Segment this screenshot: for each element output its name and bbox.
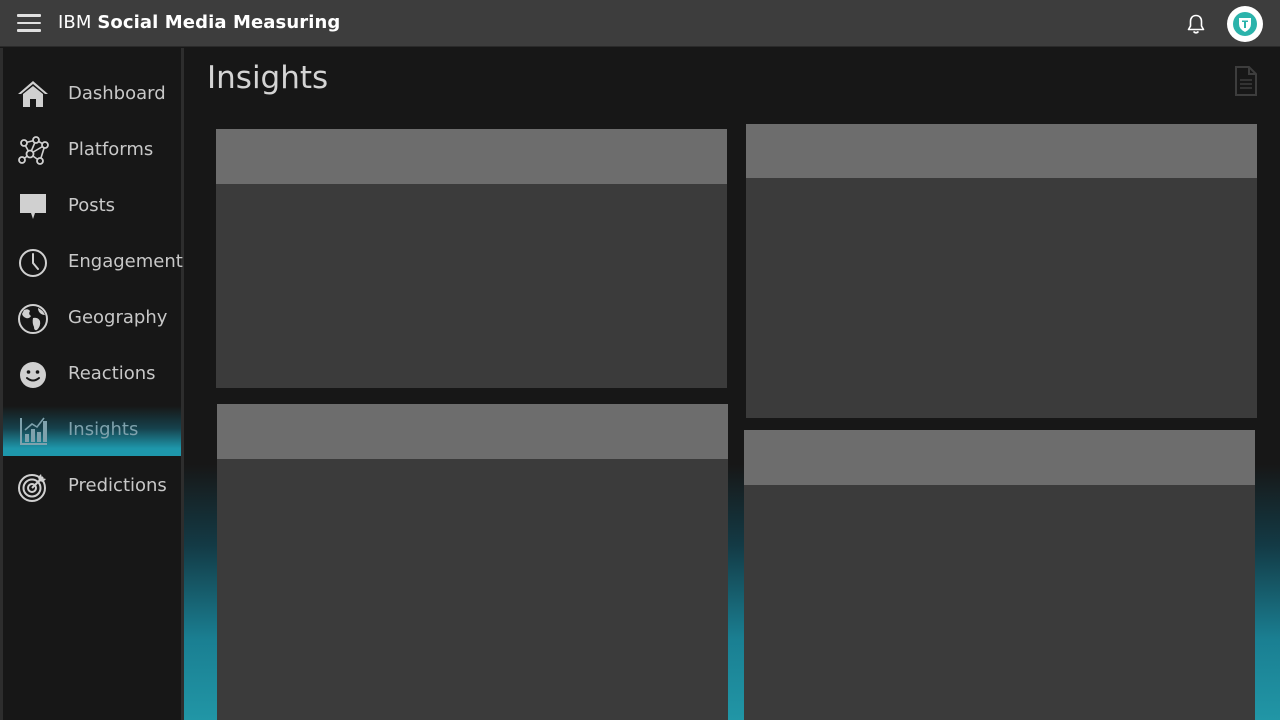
insight-card-header <box>216 129 727 184</box>
shield-avatar-icon <box>1233 12 1257 36</box>
sidebar-item-platforms[interactable]: Platforms <box>3 126 181 176</box>
sidebar-item-predictions[interactable]: Predictions <box>3 462 181 512</box>
sidebar-item-posts[interactable]: Posts <box>3 182 181 232</box>
sidebar-nav: Dashboard Platforms Posts Engagement Geo… <box>0 48 184 720</box>
insight-card-header <box>744 430 1255 485</box>
document-icon[interactable] <box>1234 66 1258 96</box>
bar-chart-icon <box>20 417 47 445</box>
sidebar-item-insights[interactable]: Insights <box>3 406 181 456</box>
brand-prefix: IBM <box>58 12 92 33</box>
chat-bubble-icon <box>20 194 46 219</box>
target-icon <box>18 474 46 502</box>
network-icon <box>18 136 49 165</box>
brand-name: Social Media Measuring <box>97 12 341 33</box>
insight-card-header <box>217 404 728 459</box>
smiley-icon <box>20 362 46 388</box>
sidebar-item-label: Insights <box>68 419 139 440</box>
sidebar-item-label: Reactions <box>68 363 156 384</box>
sidebar-item-label: Dashboard <box>68 83 166 104</box>
home-icon <box>18 81 48 107</box>
globe-icon <box>18 304 48 334</box>
hamburger-menu-icon[interactable] <box>17 12 41 34</box>
sidebar-item-engagement[interactable]: Engagement <box>3 238 183 288</box>
user-avatar[interactable] <box>1227 6 1263 42</box>
insight-card-2 <box>746 124 1257 418</box>
insight-card-3 <box>217 404 728 720</box>
bell-icon[interactable] <box>1185 13 1207 35</box>
app-header: IBM Social Media Measuring <box>0 0 1280 47</box>
clock-icon <box>19 249 47 277</box>
sidebar-item-reactions[interactable]: Reactions <box>3 350 181 400</box>
insight-card-header <box>746 124 1257 178</box>
sidebar-item-label: Engagement <box>68 251 183 272</box>
main-content: Insights <box>184 48 1280 720</box>
sidebar-item-geography[interactable]: Geography <box>3 294 181 344</box>
sidebar-item-label: Predictions <box>68 475 167 496</box>
sidebar-item-label: Geography <box>68 307 168 328</box>
insight-card-4 <box>744 430 1255 720</box>
sidebar-item-label: Platforms <box>68 139 154 160</box>
insight-card-1 <box>216 129 727 388</box>
app-title: IBM Social Media Measuring <box>58 12 340 33</box>
sidebar-item-label: Posts <box>68 195 116 216</box>
page-title: Insights <box>207 60 329 96</box>
sidebar-item-dashboard[interactable]: Dashboard <box>3 70 181 120</box>
